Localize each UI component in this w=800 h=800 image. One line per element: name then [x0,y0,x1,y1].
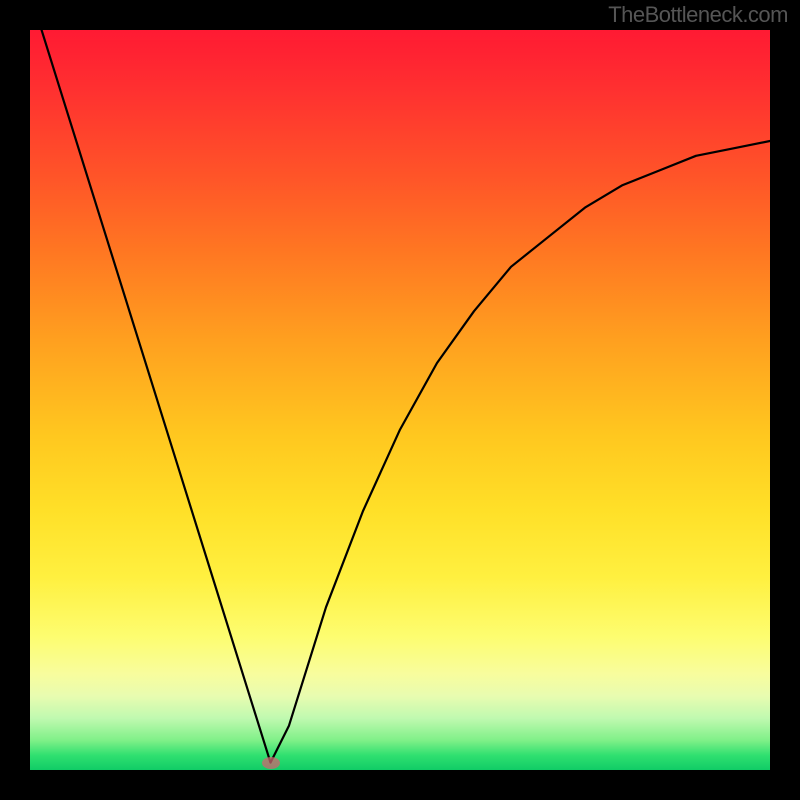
watermark-text: TheBottleneck.com [608,2,788,28]
bottleneck-curve [30,30,770,770]
plot-area [30,30,770,770]
minimum-marker [262,757,280,769]
